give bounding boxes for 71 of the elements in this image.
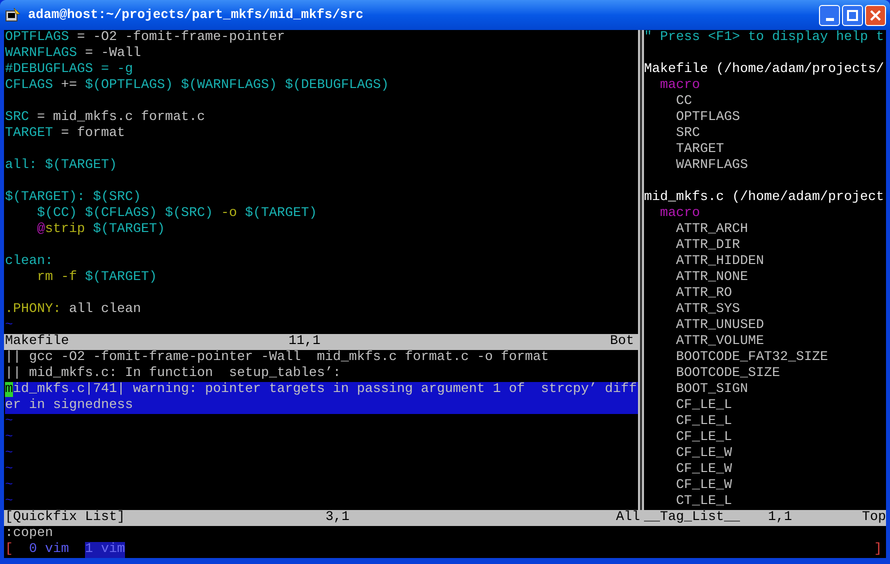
code-line: TARGET = format (5, 126, 125, 142)
tag-entry[interactable]: OPTFLAGS (676, 110, 740, 126)
code-line: all: $(TARGET) (5, 158, 117, 174)
tabline-bracket: ] (874, 542, 882, 558)
tag-entry[interactable]: CC (676, 94, 692, 110)
empty-line-marker: ~ (5, 462, 13, 478)
scroll-position: All (616, 510, 640, 526)
tabline-bracket: [ (5, 542, 13, 558)
tag-entry[interactable]: ATTR_DIR (676, 238, 740, 254)
code-line: WARNFLAGS = -Wall (5, 46, 141, 62)
status-filename: Makefile (5, 334, 69, 350)
code-line: #DEBUGFLAGS = -g (5, 62, 133, 78)
tag-entry[interactable]: ATTR_UNUSED (676, 318, 764, 334)
code-line: clean: (5, 254, 53, 270)
cursor-position: 3,1 (325, 510, 350, 526)
terminal-icon (4, 6, 22, 24)
empty-line-marker: ~ (5, 478, 13, 494)
code-line: .PHONY: all clean (5, 302, 141, 318)
close-button[interactable] (865, 4, 886, 26)
tag-entry[interactable]: CF_LE_L (676, 398, 732, 414)
code-line: $(CC) $(CFLAGS) $(SRC) -o $(TARGET) (37, 206, 317, 222)
code-line: OPTFLAGS = -O2 -fomit-frame-pointer (5, 30, 285, 46)
tag-entry[interactable]: CT_LE_L (676, 494, 732, 510)
tag-entry[interactable]: BOOTCODE_FAT32_SIZE (676, 350, 828, 366)
file-entry[interactable]: mid_mkfs.c (/home/adam/project (644, 190, 884, 206)
tag-entry[interactable]: WARNFLAGS (676, 158, 748, 174)
empty-line-marker: ~ (5, 446, 13, 462)
help-hint: " Press <F1> to display help t (644, 30, 884, 46)
file-entry[interactable]: Makefile (/home/adam/projects/ (644, 62, 884, 78)
tag-entry[interactable]: ATTR_NONE (676, 270, 748, 286)
minimize-icon (826, 18, 834, 20)
empty-line-marker: ~ (5, 318, 13, 334)
cursor-position: 1,1 (768, 510, 792, 526)
tag-entry[interactable]: BOOTCODE_SIZE (676, 366, 780, 382)
cursor-position: 11,1 (288, 334, 320, 350)
tag-entry[interactable]: ATTR_ARCH (676, 222, 748, 238)
empty-line-marker: ~ (5, 430, 13, 446)
empty-line-marker: ~ (5, 494, 13, 510)
tag-entry[interactable]: BOOT_SIGN (676, 382, 748, 398)
tag-entry[interactable]: ATTR_VOLUME (676, 334, 764, 350)
minimize-button[interactable] (819, 4, 840, 26)
scroll-position: Bot (610, 334, 634, 350)
code-line: @strip $(TARGET) (37, 222, 165, 238)
maximize-icon (847, 10, 858, 20)
command-line: :copen (4, 526, 53, 542)
status-filename: [Quickfix List] (5, 510, 125, 526)
tag-entry[interactable]: CF_LE_W (676, 446, 732, 462)
tag-entry[interactable]: CF_LE_W (676, 478, 732, 494)
code-line: SRC = mid_mkfs.c format.c (5, 110, 205, 126)
tag-group[interactable]: macro (660, 78, 700, 94)
close-icon (870, 10, 881, 20)
tag-entry[interactable]: TARGET (676, 142, 724, 158)
tag-entry[interactable]: ATTR_HIDDEN (676, 254, 764, 270)
code-line: $(TARGET): $(SRC) (5, 190, 141, 206)
tab[interactable]: 0 vim (29, 542, 69, 558)
tag-entry[interactable]: ATTR_RO (676, 286, 732, 302)
tag-group[interactable]: macro (660, 206, 700, 222)
maximize-button[interactable] (842, 4, 863, 26)
code-line: rm -f $(TARGET) (37, 270, 157, 286)
tag-entry[interactable]: CF_LE_L (676, 430, 732, 446)
code-line: CFLAGS += $(OPTFLAGS) $(WARNFLAGS) $(DEBUGFLAGS) (5, 78, 389, 94)
error-line[interactable]: || mid_mkfs.c: In function setup_tables’: (5, 366, 638, 382)
tag-entry[interactable]: SRC (676, 126, 700, 142)
scroll-position: Top (862, 510, 886, 526)
window-title: adam@host:~/projects/part_mkfs/mid_mkfs/src (28, 6, 364, 24)
tag-entry[interactable]: CF_LE_L (676, 414, 732, 430)
empty-line-marker: ~ (5, 414, 13, 430)
tag-entry[interactable]: CF_LE_W (676, 462, 732, 478)
tag-entry[interactable]: ATTR_SYS (676, 302, 740, 318)
status-filename: __Tag_List__ (644, 510, 740, 526)
error-line[interactable]: || gcc -O2 -fomit-frame-pointer -Wall mid_mkfs.c format.c -o format (5, 350, 638, 366)
